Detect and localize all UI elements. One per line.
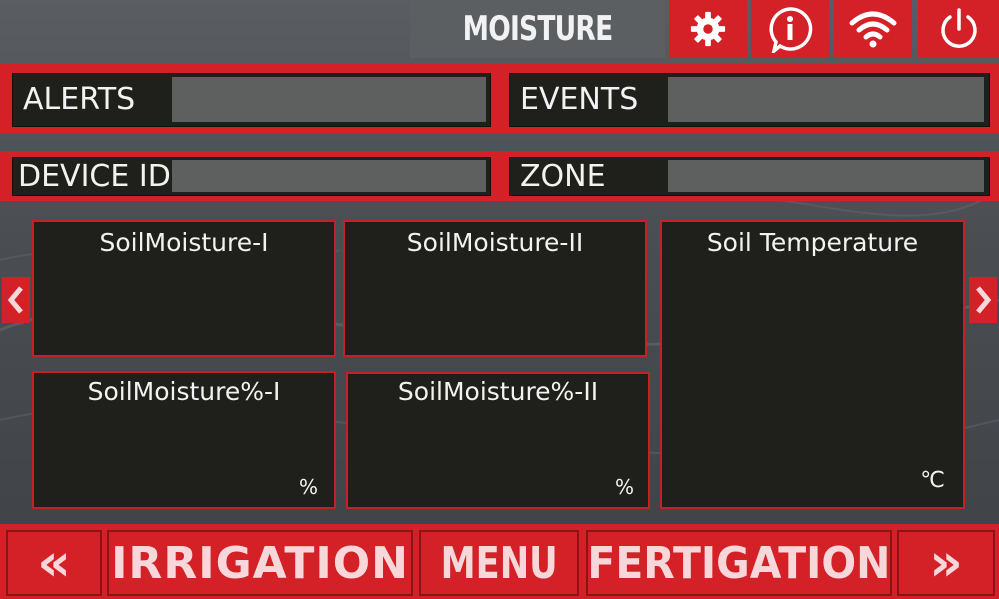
device-id-panel: DEVICE ID — [12, 157, 491, 196]
next-screen-button[interactable]: » — [897, 530, 995, 596]
menu-label: MENU — [440, 537, 558, 589]
settings-button[interactable] — [669, 0, 747, 58]
app-title: MOISTURE SENSOR — [410, 0, 665, 107]
chevron-right-icon — [976, 286, 992, 314]
soil-temperature-title: Soil Temperature — [706, 228, 919, 257]
alerts-field[interactable] — [172, 77, 486, 122]
soil-moisture-pct-2-unit: % — [614, 475, 634, 499]
info-icon — [769, 7, 813, 53]
gear-icon — [690, 11, 726, 47]
chevron-left-icon — [7, 286, 23, 314]
power-icon — [940, 8, 977, 48]
menu-button[interactable]: MENU — [419, 530, 579, 596]
soil-moisture-pct-2-tile[interactable]: SoilMoisture%-II % — [346, 372, 650, 509]
double-chevron-right-icon: » — [929, 533, 963, 593]
wifi-icon — [849, 11, 897, 48]
alerts-label: ALERTS — [23, 82, 136, 117]
zone-panel: ZONE — [509, 157, 990, 196]
info-button[interactable] — [751, 0, 829, 58]
wifi-button[interactable] — [834, 0, 912, 58]
irrigation-label: IRRIGATION — [111, 537, 409, 589]
soil-temperature-unit: ℃ — [920, 468, 945, 493]
device-id-field[interactable] — [172, 160, 486, 192]
events-panel: EVENTS — [509, 73, 990, 127]
double-chevron-left-icon: « — [37, 533, 71, 593]
soil-temperature-tile[interactable]: Soil Temperature ℃ — [660, 220, 965, 509]
device-id-label: DEVICE ID — [18, 159, 171, 194]
prev-screen-button[interactable]: « — [6, 530, 102, 596]
irrigation-button[interactable]: IRRIGATION — [107, 530, 413, 596]
power-button[interactable] — [918, 0, 999, 58]
soil-moisture-2-title: SoilMoisture-II — [406, 228, 584, 257]
alerts-panel: ALERTS — [12, 73, 491, 127]
soil-moisture-pct-1-tile[interactable]: SoilMoisture%-I % — [32, 371, 336, 509]
soil-moisture-2-tile[interactable]: SoilMoisture-II — [343, 220, 647, 357]
soil-moisture-pct-1-unit: % — [298, 475, 318, 499]
previous-page-arrow[interactable] — [2, 277, 30, 323]
zone-field[interactable] — [668, 160, 984, 192]
top-bar: MOISTURE SENSOR — [0, 0, 999, 107]
fertigation-button[interactable]: FERTIGATION — [586, 530, 892, 596]
soil-moisture-pct-2-title: SoilMoisture%-II — [397, 377, 599, 406]
next-page-arrow[interactable] — [969, 277, 997, 323]
soil-moisture-1-tile[interactable]: SoilMoisture-I — [32, 220, 336, 357]
soil-moisture-pct-1-title: SoilMoisture%-I — [87, 377, 281, 406]
soil-moisture-1-title: SoilMoisture-I — [99, 228, 269, 257]
events-field[interactable] — [668, 77, 984, 122]
fertigation-label: FERTIGATION — [587, 537, 891, 589]
zone-label: ZONE — [520, 159, 606, 194]
events-label: EVENTS — [520, 82, 639, 117]
